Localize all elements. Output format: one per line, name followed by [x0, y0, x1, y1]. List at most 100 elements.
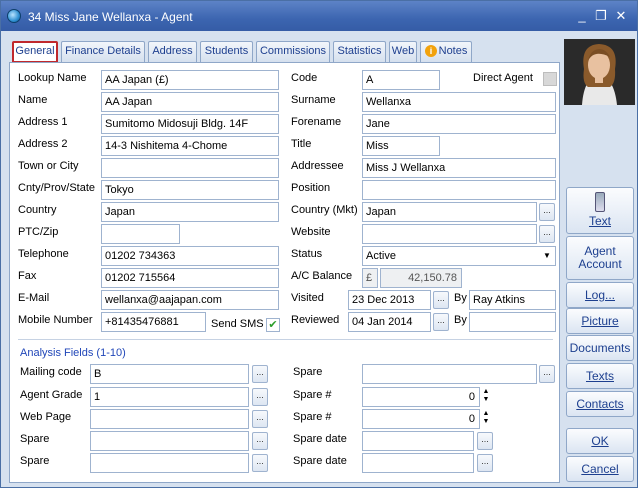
direct-agent-checkbox[interactable] — [543, 72, 557, 86]
country-mkt-lookup-button[interactable]: ... — [539, 203, 555, 221]
addressee-field[interactable]: Miss J Wellanxa — [362, 158, 556, 178]
name-label: Name — [18, 94, 48, 106]
send-sms-label: Send SMS — [211, 318, 264, 330]
mobile-field[interactable]: +81435476881 — [101, 312, 206, 332]
agent-grade-label: Agent Grade — [20, 389, 83, 401]
country-mkt-field[interactable]: Japan — [362, 202, 537, 222]
address1-label: Address 1 — [18, 116, 68, 128]
spin-down-icon[interactable]: ▼ — [480, 396, 492, 404]
text-button-label: Text — [588, 214, 611, 228]
tab-students[interactable]: Students — [200, 41, 253, 62]
title-field[interactable]: Miss — [362, 136, 440, 156]
visited-by-field[interactable]: Ray Atkins — [469, 290, 556, 310]
spin-down-icon[interactable]: ▼ — [480, 418, 492, 426]
ac-balance-field: 42,150.78 — [380, 268, 462, 288]
agent-grade-button[interactable]: ... — [252, 388, 268, 406]
ok-button[interactable]: OK — [566, 428, 634, 454]
country-field[interactable]: Japan — [101, 202, 279, 222]
tab-address[interactable]: Address — [148, 41, 197, 62]
name-field[interactable]: AA Japan — [101, 92, 279, 112]
town-field[interactable] — [101, 158, 279, 178]
reviewed-label: Reviewed — [291, 314, 340, 326]
tab-web[interactable]: Web — [389, 41, 417, 62]
address1-field[interactable]: Sumitomo Midosuji Bldg. 14F — [101, 114, 279, 134]
telephone-label: Telephone — [18, 248, 69, 260]
spare-date2-button[interactable]: ... — [477, 454, 493, 472]
spare1-label: Spare — [20, 433, 50, 445]
spin-up-icon[interactable]: ▲ — [480, 388, 492, 396]
ac-balance-currency: £ — [362, 268, 378, 288]
tab-commissions[interactable]: Commissions — [256, 41, 330, 62]
ptc-label: PTC/Zip — [18, 226, 59, 238]
reviewed-by-field[interactable] — [469, 312, 556, 332]
mailing-code-button[interactable]: ... — [252, 365, 268, 383]
reviewed-by-label: By — [454, 314, 467, 326]
visited-date-button[interactable]: ... — [433, 291, 449, 309]
agent-grade-field[interactable]: 1 — [90, 387, 249, 407]
status-dropdown-icon[interactable]: ▼ — [539, 247, 555, 265]
web-page-label: Web Page — [20, 411, 72, 423]
minimize-button[interactable]: _ — [574, 8, 590, 24]
tab-general[interactable]: General — [12, 41, 58, 63]
fax-field[interactable]: 01202 715564 — [101, 268, 279, 288]
spare2-button[interactable]: ... — [252, 454, 268, 472]
cancel-button[interactable]: Cancel — [566, 456, 634, 482]
documents-button[interactable]: Documents — [566, 335, 634, 361]
address2-field[interactable]: 14-3 Nishitema 4-Chome — [101, 136, 279, 156]
ptc-field[interactable] — [101, 224, 180, 244]
spare-num2-spinner[interactable]: ▲ ▼ — [480, 410, 492, 428]
website-lookup-button[interactable]: ... — [539, 225, 555, 243]
texts-button[interactable]: Texts — [566, 363, 634, 389]
mailing-code-field[interactable]: B — [90, 364, 249, 384]
lookup-name-field[interactable]: AA Japan (£) — [101, 70, 279, 90]
text-button[interactable]: Text — [566, 187, 634, 234]
spare-date1-button[interactable]: ... — [477, 432, 493, 450]
title-label: Title — [291, 138, 312, 150]
spare-num1-spinner[interactable]: ▲ ▼ — [480, 388, 492, 406]
web-page-button[interactable]: ... — [252, 410, 268, 428]
reviewed-date-button[interactable]: ... — [433, 313, 449, 331]
notes-info-icon: i — [425, 45, 437, 57]
agent-photo[interactable] — [564, 39, 635, 105]
code-field[interactable]: A — [362, 70, 440, 90]
county-label: Cnty/Prov/State — [18, 182, 96, 194]
position-field[interactable] — [362, 180, 556, 200]
general-panel: Lookup Name AA Japan (£) Name AA Japan A… — [9, 62, 560, 483]
tab-statistics[interactable]: Statistics — [333, 41, 386, 62]
spin-up-icon[interactable]: ▲ — [480, 410, 492, 418]
contacts-button[interactable]: Contacts — [566, 391, 634, 417]
picture-button[interactable]: Picture — [566, 308, 634, 334]
town-label: Town or City — [18, 160, 79, 172]
code-label: Code — [291, 72, 318, 84]
website-field[interactable] — [362, 224, 537, 244]
tab-finance-details[interactable]: Finance Details — [61, 41, 145, 62]
spare1-field[interactable] — [90, 431, 249, 451]
tab-notes[interactable]: i Notes — [420, 41, 472, 62]
spare2-field[interactable] — [90, 453, 249, 473]
spare-num1-field[interactable]: 0 — [362, 387, 480, 407]
agent-window: 34 Miss Jane Wellanxa - Agent _ ❐ ✕ Gene… — [0, 0, 638, 488]
website-label: Website — [291, 226, 331, 238]
surname-field[interactable]: Wellanxa — [362, 92, 556, 112]
reviewed-date-field[interactable]: 04 Jan 2014 — [348, 312, 431, 332]
visited-date-field[interactable]: 23 Dec 2013 — [348, 290, 431, 310]
restore-button[interactable]: ❐ — [593, 8, 609, 24]
spare-num2-field[interactable]: 0 — [362, 409, 480, 429]
spare1-button[interactable]: ... — [252, 432, 268, 450]
position-label: Position — [291, 182, 331, 194]
telephone-field[interactable]: 01202 734363 — [101, 246, 279, 266]
email-field[interactable]: wellanxa@aajapan.com — [101, 290, 279, 310]
agent-account-button[interactable]: Agent Account — [566, 236, 634, 280]
spare-date1-field[interactable] — [362, 431, 474, 451]
mobile-phone-icon — [595, 192, 605, 212]
spare-date2-field[interactable] — [362, 453, 474, 473]
send-sms-checkbox[interactable]: ✔ — [266, 318, 280, 332]
r-spare-button[interactable]: ... — [539, 365, 555, 383]
r-spare-field[interactable] — [362, 364, 537, 384]
status-select[interactable]: Active — [362, 246, 556, 266]
forename-field[interactable]: Jane — [362, 114, 556, 134]
county-field[interactable]: Tokyo — [101, 180, 279, 200]
log-button[interactable]: Log... — [566, 282, 634, 308]
web-page-field[interactable] — [90, 409, 249, 429]
close-button[interactable]: ✕ — [613, 8, 629, 24]
